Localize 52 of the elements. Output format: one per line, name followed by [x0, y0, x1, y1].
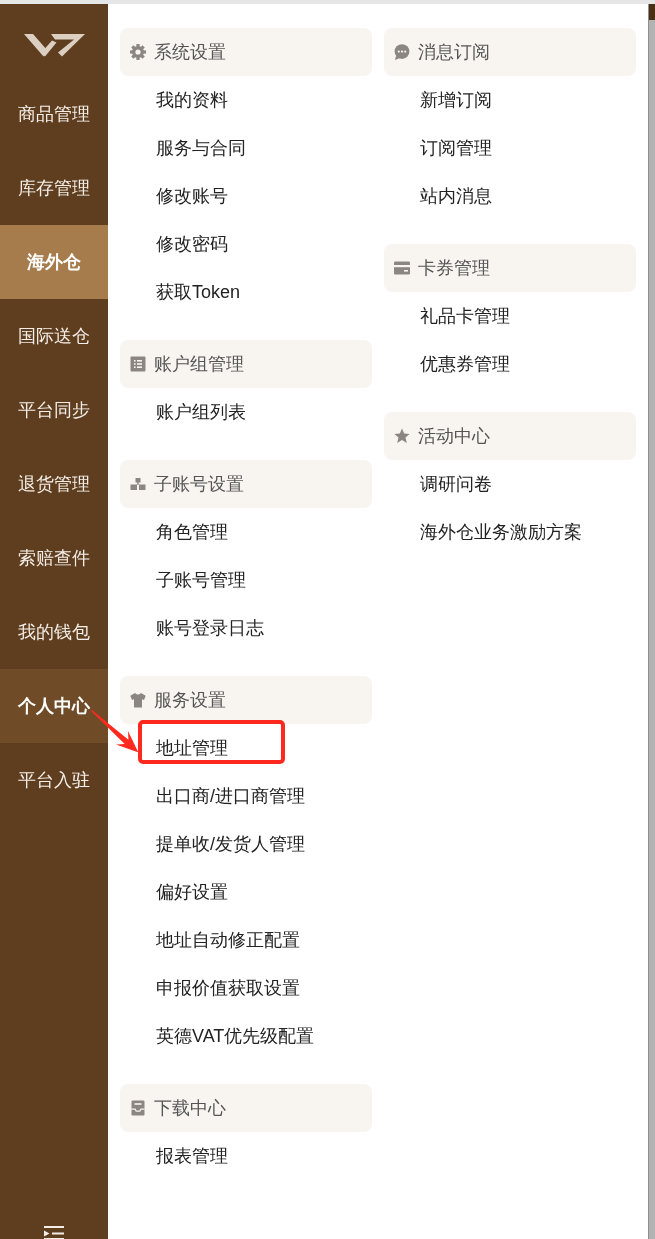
menu-item[interactable]: 角色管理 [156, 520, 228, 544]
menu-item[interactable]: 获取Token [156, 280, 241, 304]
star-icon [394, 428, 410, 444]
sidebar-item[interactable]: 库存管理 [0, 151, 108, 225]
section-title: 服务设置 [154, 689, 226, 712]
menu-item[interactable]: 新增订阅 [420, 88, 492, 112]
menu-item[interactable]: 站内消息 [420, 184, 492, 208]
menu-item[interactable]: 提单收/发货人管理 [156, 832, 305, 856]
menu-item[interactable]: 子账号管理 [156, 568, 246, 592]
sidebar-item[interactable]: 国际送仓 [0, 299, 108, 373]
menu-item[interactable]: 订阅管理 [420, 136, 492, 160]
menu-item[interactable]: 出口商/进口商管理 [156, 784, 305, 808]
menu-item[interactable]: 偏好设置 [156, 880, 228, 904]
menu-item[interactable]: 调研问卷 [420, 472, 492, 496]
menu-item[interactable]: 英德VAT优先级配置 [156, 1024, 315, 1048]
sidebar-item[interactable]: 平台入驻 [0, 743, 108, 817]
menu-item[interactable]: 修改账号 [156, 184, 228, 208]
menu-item[interactable]: 地址自动修正配置 [156, 928, 300, 952]
sidebar-item[interactable]: 个人中心 [0, 669, 108, 743]
menu-item[interactable]: 报表管理 [156, 1144, 228, 1168]
menu-item[interactable]: 优惠券管理 [420, 352, 510, 376]
menu-item[interactable]: 礼品卡管理 [420, 304, 510, 328]
sidebar-item[interactable]: 平台同步 [0, 373, 108, 447]
section-title: 账户组管理 [154, 353, 244, 376]
section-title: 活动中心 [418, 425, 490, 448]
sidebar-item[interactable]: 海外仓 [0, 225, 108, 299]
menu-fold-icon[interactable] [44, 1226, 64, 1239]
gear-icon [130, 44, 146, 60]
menu-item[interactable]: 申报价值获取设置 [156, 976, 300, 1000]
menu-item[interactable]: 海外仓业务激励方案 [420, 520, 582, 544]
section-title: 子账号设置 [154, 473, 244, 496]
section-title: 下载中心 [154, 1097, 226, 1120]
sidebar-item[interactable]: 索赔查件 [0, 521, 108, 595]
chat-bubble-icon [394, 44, 410, 60]
menu-item[interactable]: 账户组列表 [156, 400, 246, 424]
tray-icon [130, 1100, 146, 1116]
card-icon [394, 260, 410, 276]
menu-item[interactable]: 服务与合同 [156, 136, 246, 160]
section-title: 卡券管理 [418, 257, 490, 280]
section-title: 系统设置 [154, 41, 226, 64]
menu-item[interactable]: 地址管理 [156, 736, 228, 760]
logo [23, 33, 85, 57]
menu-item[interactable]: 修改密码 [156, 232, 228, 256]
sidebar-item[interactable]: 我的钱包 [0, 595, 108, 669]
shirt-icon [130, 692, 146, 708]
hierarchy-icon [130, 476, 146, 492]
sidebar-item[interactable]: 退货管理 [0, 447, 108, 521]
list-icon [130, 356, 146, 372]
menu-item[interactable]: 我的资料 [156, 88, 228, 112]
sidebar-item[interactable]: 商品管理 [0, 77, 108, 151]
menu-item[interactable]: 账号登录日志 [156, 616, 264, 640]
section-title: 消息订阅 [418, 41, 490, 64]
